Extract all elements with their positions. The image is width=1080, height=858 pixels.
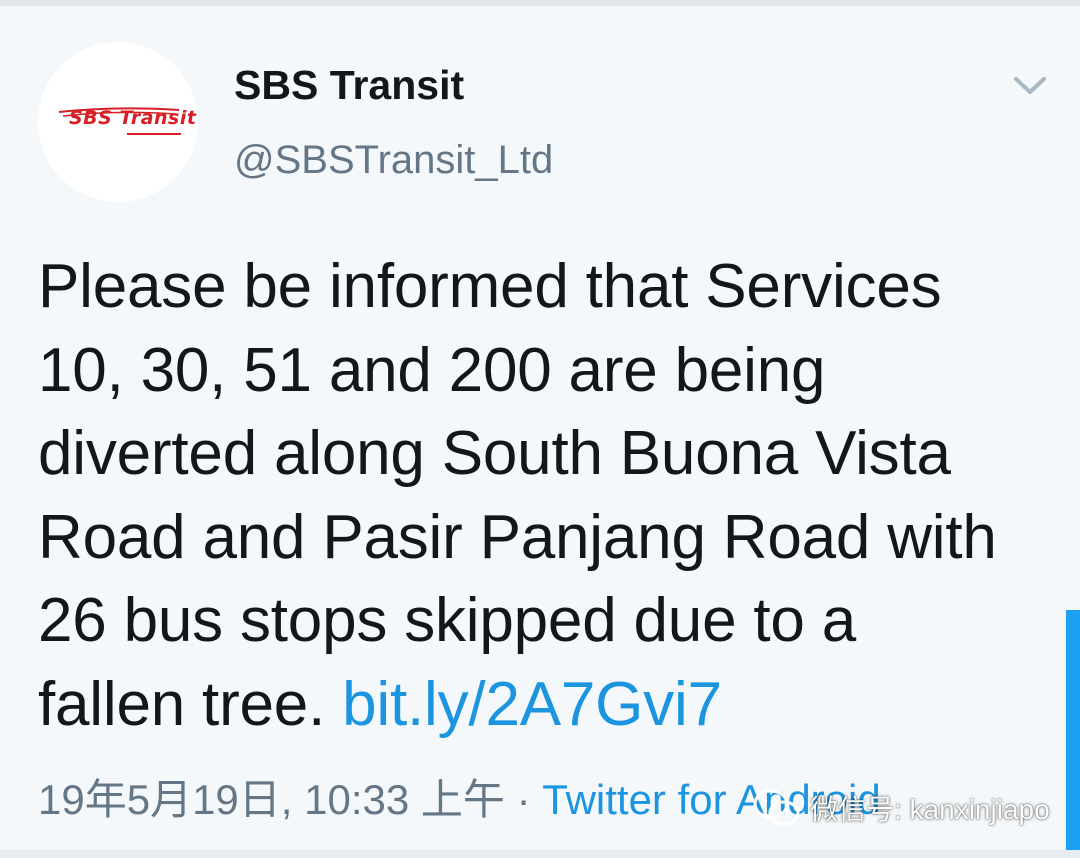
tweet-text: Please be informed that Services 10, 30,… bbox=[38, 245, 1058, 746]
tweet-text-line: 26 bus stops skipped due to a bbox=[38, 586, 857, 655]
chevron-down-icon[interactable] bbox=[1010, 70, 1050, 100]
wechat-icon bbox=[753, 789, 800, 826]
tweet-text-line: Please be informed that Services bbox=[38, 252, 942, 321]
watermark: 微信号: kanxinjiapo bbox=[752, 782, 1050, 834]
author-display-name[interactable]: SBS Transit bbox=[234, 62, 464, 109]
tweet-link[interactable]: bit.ly/2A7Gvi7 bbox=[342, 670, 722, 739]
watermark-text: 微信号: kanxinjiapo bbox=[810, 794, 1050, 825]
logo-text: SBS Transit bbox=[69, 107, 197, 129]
top-divider bbox=[0, 0, 1080, 6]
tweet-text-line: 10, 30, 51 and 200 are being bbox=[38, 335, 826, 405]
tweet-timestamp[interactable]: 19年5月19日, 10:33 上午 bbox=[38, 776, 505, 823]
meta-separator: · bbox=[504, 776, 543, 823]
tweet-text-line: fallen tree. bbox=[38, 669, 343, 739]
tweet-detail-screen: SBS Transit SBS Transit @SBSTransit_Ltd … bbox=[0, 0, 1080, 858]
tweet-text-last-line: fallen tree. bit.ly/2A7Gvi7 bbox=[38, 663, 1058, 747]
scrollbar[interactable] bbox=[1066, 610, 1080, 858]
avatar[interactable]: SBS Transit bbox=[38, 42, 198, 202]
tweet-text-line: diverted along South Buona Vista bbox=[38, 419, 951, 488]
author-handle[interactable]: @SBSTransit_Ltd bbox=[234, 138, 553, 183]
tweet-text-line: Road and Pasir Panjang Road with bbox=[38, 502, 997, 572]
sbs-transit-logo: SBS Transit bbox=[53, 102, 196, 142]
bottom-divider bbox=[0, 850, 1080, 858]
